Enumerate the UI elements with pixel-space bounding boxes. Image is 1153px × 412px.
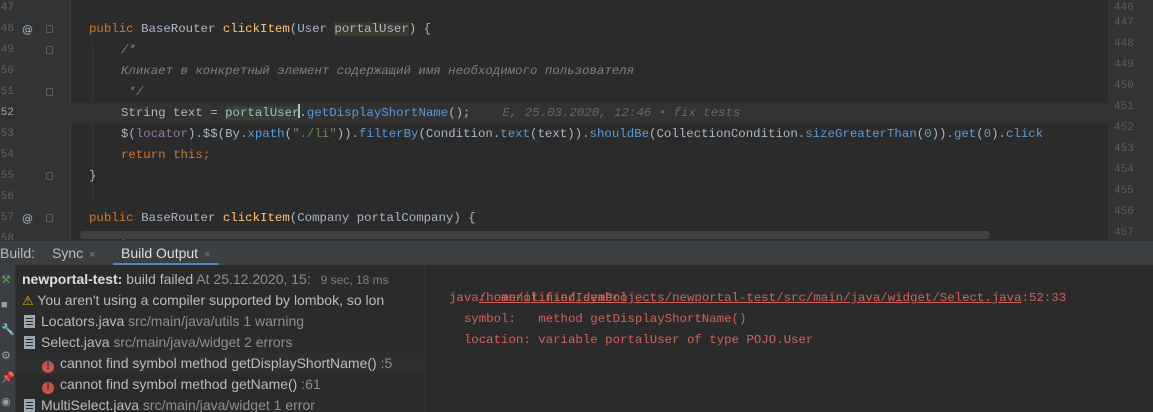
line-number: 55	[0, 170, 14, 182]
tab-label: Build Output	[121, 245, 199, 261]
comment-text: Кликает в конкретный элемент содержащий …	[121, 64, 635, 78]
line-number: 457	[1114, 227, 1134, 239]
line-number: 453	[1114, 143, 1134, 155]
fold-icon[interactable]	[46, 25, 53, 33]
current-code-line: 52 String text = portalUser.getDisplaySh…	[0, 103, 1108, 124]
line-number: 48	[0, 23, 14, 35]
implements-marker-icon[interactable]: @	[22, 211, 33, 226]
implements-marker-icon[interactable]: @	[22, 22, 33, 37]
line-number: 451	[1114, 101, 1134, 113]
code-line: 57 @ public BaseRouter clickItem(Company…	[0, 208, 1108, 229]
stop-icon[interactable]: ■	[1, 299, 8, 311]
line-number: 455	[1114, 185, 1134, 197]
code-text: $(locator).$$(By.xpath("./li")).filterBy…	[121, 127, 1044, 141]
tree-item-error[interactable]: ! cannot find symbol method getName() :61	[42, 374, 321, 395]
tree-item-error-selected[interactable]: ! cannot find symbol method getDisplaySho…	[16, 353, 424, 374]
line-number: 449	[1114, 59, 1134, 71]
code-line: 51 */	[0, 82, 1108, 103]
fold-icon[interactable]	[46, 214, 53, 222]
hammer-icon[interactable]: ⚒	[1, 273, 11, 286]
output-line: symbol: method getDisplayShortName()	[449, 312, 747, 326]
close-icon[interactable]: ×	[204, 249, 210, 261]
tree-item-file[interactable]: Locators.java src/main/java/utils 1 warn…	[22, 311, 304, 332]
file-icon	[24, 315, 35, 328]
tree-item-file[interactable]: MultiSelect.java src/main/java/widget 1 …	[22, 395, 315, 412]
line-number: 57	[0, 212, 14, 224]
code-line: 55 }	[0, 166, 1108, 187]
build-root-node[interactable]: newportal-test: build failed At 25.12.20…	[22, 269, 389, 290]
git-blame-annotation: E, 25.03.2020, 12:46 • fix tests	[502, 106, 741, 120]
horizontal-scrollbar[interactable]	[80, 231, 990, 239]
code-line: 53 $(locator).$$(By.xpath("./li")).filte…	[0, 124, 1108, 145]
code-line: 48 @ public BaseRouter clickItem(User po…	[0, 19, 1108, 40]
tool-window-title: Build:	[0, 245, 36, 261]
line-number: 49	[0, 44, 14, 56]
line-number: 452	[1114, 122, 1134, 134]
build-tool-window-header: Build: Sync × Build Output ×	[0, 240, 1153, 266]
code-text: return this;	[121, 148, 211, 162]
code-line: 56	[0, 187, 1108, 208]
comment-text: /*	[121, 43, 136, 57]
line-number: 58	[0, 233, 14, 240]
line-number: 53	[0, 128, 14, 140]
build-output-console[interactable]: /home/ilin-e/IdeaProjects/newportal-test…	[425, 265, 1153, 412]
tree-item-file[interactable]: Select.java src/main/java/widget 2 error…	[22, 332, 292, 353]
error-icon: !	[42, 361, 54, 373]
code-line: 50 Кликает в конкретный элемент содержащ…	[0, 61, 1108, 82]
line-number: 450	[1114, 80, 1134, 92]
line-number: 448	[1114, 38, 1134, 50]
output-line: location: variable portalUser of type PO…	[449, 333, 814, 347]
line-number: 454	[1114, 164, 1134, 176]
code-text: }	[89, 169, 97, 183]
tab-build-output[interactable]: Build Output ×	[113, 241, 219, 266]
diff-line-numbers-panel: 446 447 448 449 450 451 452 453 454 455 …	[1108, 0, 1153, 240]
line-number: 456	[1114, 206, 1134, 218]
tab-label: Sync	[52, 245, 84, 261]
eye-icon[interactable]: ◉	[1, 395, 11, 408]
wrench-icon[interactable]: 🔧	[1, 323, 15, 336]
file-icon	[24, 336, 35, 349]
tab-sync[interactable]: Sync ×	[52, 241, 96, 266]
comment-text: */	[121, 85, 144, 99]
tree-item-warning[interactable]: ⚠ You aren't using a compiler supported …	[22, 290, 384, 311]
line-number: 51	[0, 86, 14, 98]
build-toolbar: ⚒ ■ 🔧 ⚙ 📌 ◉	[0, 265, 16, 412]
line-number: 447	[1114, 17, 1134, 29]
line-number: 54	[0, 149, 14, 161]
warning-icon: ⚠	[22, 293, 34, 308]
fold-icon[interactable]	[46, 172, 53, 180]
fold-icon[interactable]	[46, 46, 53, 54]
fold-icon[interactable]	[46, 88, 53, 96]
close-icon[interactable]: ×	[89, 249, 95, 261]
code-text: public BaseRouter clickItem(User portalU…	[89, 22, 432, 36]
build-tree[interactable]: newportal-test: build failed At 25.12.20…	[16, 265, 424, 412]
settings-icon[interactable]: ⚙	[1, 349, 11, 362]
code-line: 47	[0, 0, 1108, 19]
output-line: java: cannot find symbol	[449, 291, 628, 305]
line-number: 52	[0, 107, 14, 119]
line-number: 50	[0, 65, 14, 77]
line-number: 56	[0, 191, 14, 203]
code-text: public BaseRouter clickItem(Company port…	[89, 211, 476, 225]
code-line: 49 /*	[0, 40, 1108, 61]
file-icon	[24, 399, 35, 412]
error-icon: !	[42, 382, 54, 394]
code-editor[interactable]: 47 48 @ public BaseRouter clickItem(User…	[0, 0, 1153, 240]
pin-icon[interactable]: 📌	[1, 371, 15, 384]
code-text: String text = portalUser.getDisplayShort…	[121, 104, 741, 120]
line-number: 47	[0, 2, 14, 14]
code-line: 54 return this;	[0, 145, 1108, 166]
